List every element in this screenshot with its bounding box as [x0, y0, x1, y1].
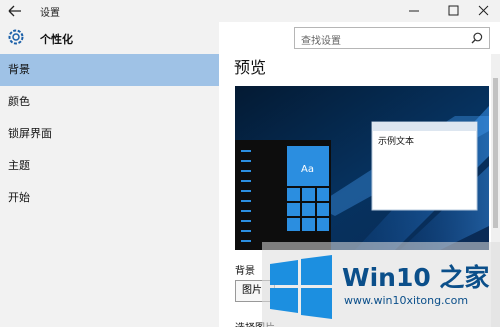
watermark-url: www.win10xitong.com: [344, 294, 469, 307]
windows-logo-icon: [270, 255, 332, 319]
preview-sample-text: 示例文本: [378, 135, 414, 147]
background-label: 背景: [235, 266, 255, 277]
close-icon[interactable]: [467, 0, 500, 22]
scroll-thumb[interactable]: [493, 78, 498, 228]
sidebar-item-lockscreen[interactable]: 锁屏界面: [0, 118, 219, 150]
desktop-preview: Aa 示例文本: [235, 86, 489, 250]
left-pane: 个性化 背景 颜色 锁屏界面 主题 开始: [0, 22, 219, 327]
sidebar-item-start[interactable]: 开始: [0, 182, 219, 214]
search-input[interactable]: 查找设置: [294, 27, 490, 49]
gear-icon: [8, 29, 24, 45]
search-icon[interactable]: [471, 32, 483, 44]
watermark-title: Win10 之家: [342, 263, 490, 292]
sidebar-item-background[interactable]: 背景: [0, 54, 219, 86]
sidebar-item-colors[interactable]: 颜色: [0, 86, 219, 118]
back-arrow-icon[interactable]: [6, 3, 24, 19]
sidebar-item-themes[interactable]: 主题: [0, 150, 219, 182]
preview-image: Aa 示例文本: [235, 86, 489, 250]
search-placeholder: 查找设置: [301, 36, 341, 47]
watermark: Win10 之家 www.win10xitong.com: [262, 242, 500, 327]
section-header: 个性化: [0, 22, 219, 54]
window-title: 设置: [40, 8, 60, 19]
tile-text: Aa: [301, 164, 314, 175]
page-title: 个性化: [40, 33, 73, 46]
sidebar-nav: 背景 颜色 锁屏界面 主题 开始: [0, 54, 219, 214]
maximize-icon[interactable]: [437, 0, 471, 22]
title-bar: 设置: [0, 0, 500, 22]
preview-heading: 预览: [234, 58, 267, 77]
minimize-icon[interactable]: [397, 0, 431, 22]
